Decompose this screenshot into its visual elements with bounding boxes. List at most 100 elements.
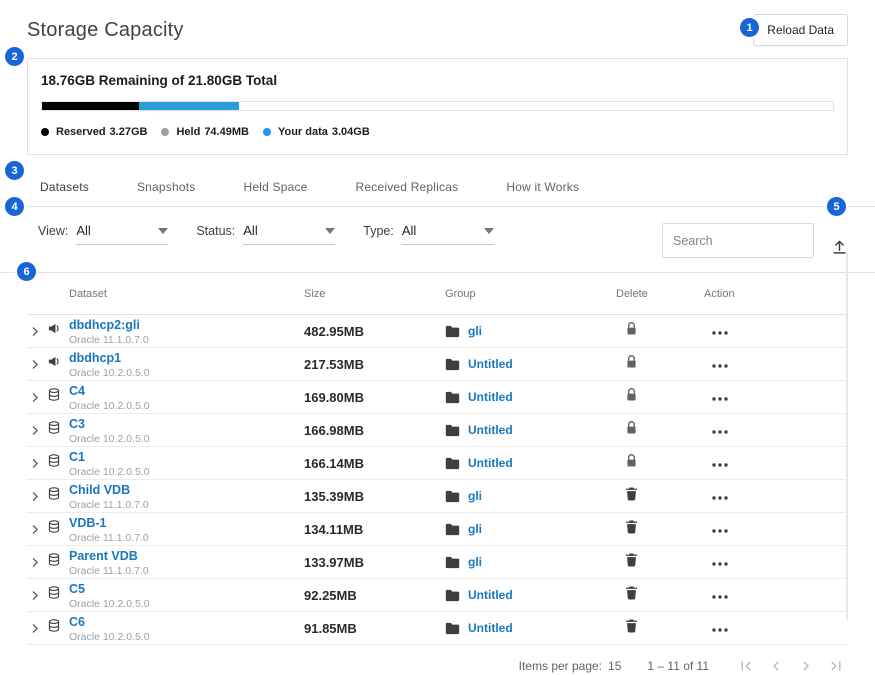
dataset-version: Oracle 10.2.0.5.0 bbox=[69, 401, 304, 413]
tab-snapshots[interactable]: Snapshots bbox=[137, 171, 196, 206]
lock-icon bbox=[625, 387, 638, 407]
row-expand-button[interactable] bbox=[29, 589, 42, 602]
first-page-button[interactable] bbox=[737, 657, 755, 675]
view-filter-select[interactable]: All bbox=[76, 223, 168, 245]
export-icon bbox=[831, 238, 848, 255]
folder-icon bbox=[445, 424, 460, 437]
dataset-link[interactable]: C5 bbox=[69, 582, 85, 596]
delete-button[interactable] bbox=[625, 420, 638, 440]
dataset-link[interactable]: dbdhcp2:gli bbox=[69, 318, 140, 332]
row-actions-button[interactable] bbox=[710, 525, 730, 537]
delete-button[interactable] bbox=[625, 387, 638, 407]
view-filter-label: View: bbox=[38, 224, 68, 245]
row-expand-button[interactable] bbox=[29, 391, 42, 404]
pagination-bar: Items per page: 15 1 – 11 of 11 bbox=[0, 645, 875, 675]
callout-badge-6: 6 bbox=[17, 262, 36, 281]
delete-button[interactable] bbox=[625, 552, 638, 572]
table-row: dbdhcp2:gli Oracle 11.1.0.7.0 482.95MB g… bbox=[27, 315, 848, 348]
group-link[interactable]: Untitled bbox=[468, 621, 513, 635]
dataset-link[interactable]: Child VDB bbox=[69, 483, 130, 497]
dataset-version: Oracle 11.1.0.7.0 bbox=[69, 533, 304, 545]
filter-bar: View: All Status: All Type: All bbox=[0, 207, 875, 273]
row-expand-button[interactable] bbox=[29, 424, 42, 437]
dataset-link[interactable]: Parent VDB bbox=[69, 549, 138, 563]
delete-button[interactable] bbox=[625, 519, 638, 539]
group-link[interactable]: Untitled bbox=[468, 390, 513, 404]
dsource-icon bbox=[47, 354, 62, 374]
column-header-size: Size bbox=[304, 288, 445, 300]
last-page-button[interactable] bbox=[827, 657, 845, 675]
group-link[interactable]: gli bbox=[468, 522, 482, 536]
items-per-page-value[interactable]: 15 bbox=[608, 659, 621, 673]
group-link[interactable]: Untitled bbox=[468, 357, 513, 371]
dataset-link[interactable]: VDB-1 bbox=[69, 516, 107, 530]
capacity-summary: 18.76GB Remaining of 21.80GB Total bbox=[41, 73, 834, 88]
status-filter-label: Status: bbox=[196, 224, 235, 245]
delete-button[interactable] bbox=[625, 321, 638, 341]
row-actions-button[interactable] bbox=[710, 459, 730, 471]
vdb-icon bbox=[47, 552, 61, 572]
row-expand-button[interactable] bbox=[29, 523, 42, 536]
dataset-link[interactable]: C4 bbox=[69, 384, 85, 398]
table-row: C1 Oracle 10.2.0.5.0 166.14MB Untitled bbox=[27, 447, 848, 480]
search-input[interactable] bbox=[673, 234, 803, 248]
callout-badge-2: 2 bbox=[5, 47, 24, 66]
row-expand-button[interactable] bbox=[29, 325, 42, 338]
delete-button[interactable] bbox=[625, 486, 638, 506]
delete-button[interactable] bbox=[625, 453, 638, 473]
row-expand-button[interactable] bbox=[29, 490, 42, 503]
previous-page-button[interactable] bbox=[767, 657, 785, 675]
group-link[interactable]: gli bbox=[468, 489, 482, 503]
dataset-link[interactable]: C3 bbox=[69, 417, 85, 431]
table-row: VDB-1 Oracle 11.1.0.7.0 134.11MB gli bbox=[27, 513, 848, 546]
tab-datasets[interactable]: Datasets bbox=[40, 171, 89, 206]
pagination-range: 1 – 11 of 11 bbox=[647, 659, 709, 673]
row-actions-button[interactable] bbox=[710, 393, 730, 405]
group-link[interactable]: Untitled bbox=[468, 456, 513, 470]
legend-value: 3.04GB bbox=[332, 126, 370, 138]
folder-icon bbox=[445, 589, 460, 602]
dataset-link[interactable]: C6 bbox=[69, 615, 85, 629]
group-link[interactable]: Untitled bbox=[468, 423, 513, 437]
tab-received-replicas[interactable]: Received Replicas bbox=[356, 171, 459, 206]
dataset-size: 482.95MB bbox=[304, 324, 445, 339]
tab-held-space[interactable]: Held Space bbox=[243, 171, 307, 206]
row-actions-button[interactable] bbox=[710, 492, 730, 504]
delete-button[interactable] bbox=[625, 585, 638, 605]
reload-data-button[interactable]: Reload Data bbox=[753, 14, 848, 46]
row-actions-button[interactable] bbox=[710, 591, 730, 603]
table-row: Parent VDB Oracle 11.1.0.7.0 133.97MB gl… bbox=[27, 546, 848, 579]
row-actions-button[interactable] bbox=[710, 624, 730, 636]
row-actions-button[interactable] bbox=[710, 360, 730, 372]
group-link[interactable]: Untitled bbox=[468, 588, 513, 602]
dataset-link[interactable]: dbdhcp1 bbox=[69, 351, 121, 365]
dsource-icon bbox=[47, 321, 62, 341]
next-page-button[interactable] bbox=[797, 657, 815, 675]
vdb-icon bbox=[47, 585, 61, 605]
group-link[interactable]: gli bbox=[468, 324, 482, 338]
folder-icon bbox=[445, 358, 460, 371]
dataset-link[interactable]: C1 bbox=[69, 450, 85, 464]
group-link[interactable]: gli bbox=[468, 555, 482, 569]
row-expand-button[interactable] bbox=[29, 556, 42, 569]
tab-how-it-works[interactable]: How it Works bbox=[506, 171, 579, 206]
row-actions-button[interactable] bbox=[710, 558, 730, 570]
type-filter-select[interactable]: All bbox=[402, 223, 494, 245]
delete-button[interactable] bbox=[625, 618, 638, 638]
legend-label: Reserved bbox=[56, 126, 106, 138]
table-scrollbar[interactable] bbox=[846, 252, 848, 620]
column-header-dataset: Dataset bbox=[69, 288, 304, 300]
items-per-page-label: Items per page: bbox=[519, 659, 602, 673]
row-expand-button[interactable] bbox=[29, 358, 42, 371]
lock-icon bbox=[625, 354, 638, 374]
callout-badge-5: 5 bbox=[827, 197, 846, 216]
status-filter-select[interactable]: All bbox=[243, 223, 335, 245]
row-expand-button[interactable] bbox=[29, 622, 42, 635]
delete-button[interactable] bbox=[625, 354, 638, 374]
type-filter: Type: All bbox=[363, 223, 494, 245]
row-actions-button[interactable] bbox=[710, 426, 730, 438]
table-row: C3 Oracle 10.2.0.5.0 166.98MB Untitled bbox=[27, 414, 848, 447]
dataset-size: 91.85MB bbox=[304, 621, 445, 636]
row-actions-button[interactable] bbox=[710, 327, 730, 339]
row-expand-button[interactable] bbox=[29, 457, 42, 470]
